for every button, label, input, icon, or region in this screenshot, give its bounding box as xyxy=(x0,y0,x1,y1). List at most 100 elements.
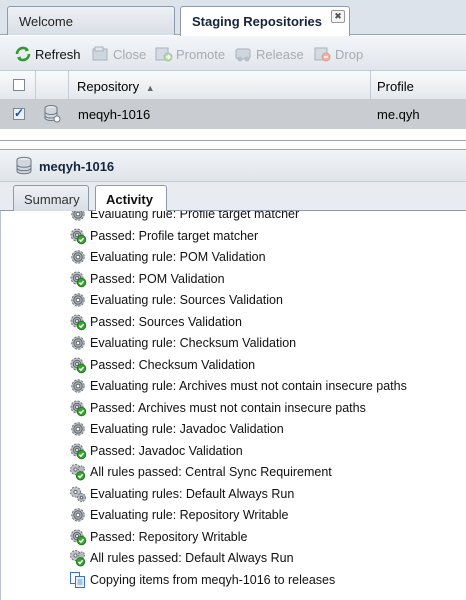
activity-text: All rules passed: Central Sync Requireme… xyxy=(90,465,332,479)
activity-text: Evaluating rule: Sources Validation xyxy=(90,293,283,307)
activity-text: Evaluating rule: Checksum Validation xyxy=(90,336,297,350)
activity-text: All rules passed: Default Always Run xyxy=(90,551,294,565)
drop-button[interactable]: Drop xyxy=(314,45,363,63)
sort-ascending-icon: ▲ xyxy=(145,83,155,93)
gear-icon xyxy=(69,248,87,266)
repository-toolbar: Refresh Close Promote Release Drop xyxy=(0,36,466,71)
activity-text: Evaluating rule: Javadoc Validation xyxy=(90,422,284,436)
activity-text: Passed: Javadoc Validation xyxy=(90,443,243,458)
promote-label: Promote xyxy=(176,46,226,62)
activity-text: Passed: Checksum Validation xyxy=(90,357,256,372)
promote-button[interactable]: Promote xyxy=(155,45,225,63)
repository-grid: Repository ▲ Profile meqyh-1016 me.qyh xyxy=(0,71,466,141)
list-item: Passed: Archives must not contain insecu… xyxy=(69,398,366,418)
activity-text: Passed: Repository Writable xyxy=(90,529,248,544)
list-item: Evaluating rule: Profile target matcher xyxy=(69,211,299,224)
gear-icon xyxy=(69,211,87,223)
list-item: Evaluating rule: Javadoc Validation xyxy=(69,419,284,439)
tab-activity-label: Activity xyxy=(106,192,153,207)
activity-text: Passed: Sources Validation xyxy=(90,314,242,329)
list-item: Evaluating rule: POM Validation xyxy=(69,247,266,267)
release-icon xyxy=(235,46,253,62)
repository-column-header[interactable]: Repository ▲ xyxy=(69,71,371,100)
list-item: All rules passed: Central Sync Requireme… xyxy=(69,462,332,482)
activity-text: Evaluating rule: Repository Writable xyxy=(90,508,289,522)
activity-log: Evaluating rule: Profile target matcher P… xyxy=(0,211,466,600)
gears-check-icon xyxy=(69,463,87,481)
close-label: Close xyxy=(113,46,147,62)
gear-check-icon xyxy=(69,442,87,460)
list-item: Passed: Sources Validation xyxy=(69,312,242,332)
activity-text: Passed: Archives must not contain insecu… xyxy=(90,400,366,415)
select-all-column xyxy=(0,71,36,100)
activity-text: Passed: POM Validation xyxy=(90,271,225,286)
repository-icon xyxy=(42,104,62,124)
list-item: Evaluating rule: Checksum Validation xyxy=(69,333,296,353)
tab-staging-repositories-label: Staging Repositories xyxy=(192,14,323,29)
tab-welcome[interactable]: Welcome xyxy=(7,6,175,35)
gear-icon xyxy=(69,506,87,524)
gear-check-icon xyxy=(69,356,87,374)
close-button[interactable]: Close xyxy=(92,45,146,63)
gears-check-icon xyxy=(69,549,87,567)
activity-text: Copying items from meqyh-1016 to release… xyxy=(90,572,336,587)
icon-column xyxy=(36,71,69,100)
tab-summary[interactable]: Summary xyxy=(13,185,89,211)
list-item: Evaluating rule: Sources Validation xyxy=(69,290,283,310)
release-label: Release xyxy=(256,46,304,62)
list-item: Passed: Repository Writable xyxy=(69,527,247,547)
activity-text: Evaluating rule: POM Validation xyxy=(90,250,266,264)
select-all-checkbox[interactable] xyxy=(13,79,25,91)
activity-text: Evaluating rules: Default Always Run xyxy=(90,486,295,501)
tab-welcome-label: Welcome xyxy=(19,14,73,29)
gear-icon xyxy=(69,291,87,309)
table-row[interactable]: meqyh-1016 me.qyh xyxy=(0,100,466,129)
gear-check-icon xyxy=(69,227,87,245)
activity-text: Evaluating rule: Profile target matcher xyxy=(90,211,300,221)
row-checkbox[interactable] xyxy=(13,106,25,120)
copy-icon xyxy=(69,571,87,589)
list-item: Evaluating rule: Repository Writable xyxy=(69,505,288,525)
tab-activity[interactable]: Activity xyxy=(95,185,167,212)
tab-summary-label: Summary xyxy=(24,192,80,207)
list-item: Evaluating rule: Archives must not conta… xyxy=(69,376,407,396)
repository-column-label: Repository xyxy=(77,79,140,94)
row-repository-name: meqyh-1016 xyxy=(78,107,151,122)
grid-header: Repository ▲ Profile xyxy=(0,71,466,100)
detail-tab-strip: Summary Activity xyxy=(0,182,466,212)
close-repository-icon xyxy=(92,46,110,62)
list-item: Copying items from meqyh-1016 to release… xyxy=(69,570,335,590)
list-item: Evaluating rules: Default Always Run xyxy=(69,484,294,504)
list-item: Passed: Javadoc Validation xyxy=(69,441,243,461)
tab-staging-repositories[interactable]: Staging Repositories ✖ xyxy=(180,6,350,36)
detail-panel-header: meqyh-1016 xyxy=(0,149,466,182)
list-item: Passed: Profile target matcher xyxy=(69,226,258,246)
gear-check-icon xyxy=(69,399,87,417)
profile-column-label: Profile xyxy=(377,79,414,94)
row-profile-name: me.qyh xyxy=(377,107,420,122)
activity-text: Evaluating rule: Archives must not conta… xyxy=(90,379,407,393)
gear-check-icon xyxy=(69,528,87,546)
activity-text: Passed: Profile target matcher xyxy=(90,228,259,243)
repository-title-icon xyxy=(15,156,35,176)
gear-icon xyxy=(69,334,87,352)
gear-icon xyxy=(69,420,87,438)
drop-icon xyxy=(314,46,332,62)
gear-check-icon xyxy=(69,270,87,288)
list-item: Passed: POM Validation xyxy=(69,269,225,289)
gear-check-icon xyxy=(69,313,87,331)
gear-icon xyxy=(69,377,87,395)
gears-icon xyxy=(69,485,87,503)
main-tab-strip: Welcome Staging Repositories ✖ xyxy=(0,0,466,36)
promote-icon xyxy=(155,46,173,62)
tab-close-icon[interactable]: ✖ xyxy=(331,10,345,23)
release-button[interactable]: Release xyxy=(235,45,304,63)
list-item: Passed: Checksum Validation xyxy=(69,355,255,375)
drop-label: Drop xyxy=(335,46,364,62)
refresh-button[interactable]: Refresh xyxy=(14,45,81,63)
refresh-icon xyxy=(14,46,32,62)
profile-column-header[interactable]: Profile xyxy=(371,71,466,100)
detail-panel-title: meqyh-1016 xyxy=(39,159,115,174)
refresh-label: Refresh xyxy=(35,46,81,62)
list-item: All rules passed: Default Always Run xyxy=(69,548,294,568)
